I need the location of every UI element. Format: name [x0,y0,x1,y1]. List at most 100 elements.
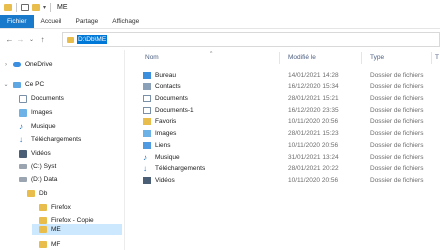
folder-icon [39,241,47,248]
links-folder-icon [143,141,151,149]
chevron-down-icon[interactable]: ⌄ [3,81,9,88]
file-type: Dossier de fichiers [370,141,424,149]
file-type: Dossier de fichiers [370,117,424,125]
new-folder-icon[interactable] [32,4,40,11]
file-type: Dossier de fichiers [370,153,424,161]
window-title: ME [57,4,68,11]
desktop-folder-icon [143,71,151,79]
column-divider[interactable] [361,52,362,64]
nav-item-me[interactable]: ME [32,224,122,235]
address-path[interactable]: D:\Db\ME [77,35,108,44]
download-icon: ↓ [19,135,23,144]
properties-icon[interactable] [21,4,29,11]
nav-item-label: Firefox [51,204,71,211]
file-modified: 10/11/2020 20:56 [288,141,339,149]
file-row[interactable]: Vidéos 10/11/2020 20:56 Dossier de fichi… [139,175,440,185]
chevron-right-icon[interactable]: › [3,62,9,68]
nav-item-label: ME [51,226,61,233]
file-list: Nom ^ Modifié le Type T Bureau 14/01/202… [125,50,440,250]
nav-item-label: OneDrive [25,61,53,68]
nav-item-label: Musique [31,123,56,130]
file-modified: 14/01/2021 14:28 [288,71,339,79]
file-row[interactable]: Favoris 10/11/2020 20:56 Dossier de fich… [139,116,440,126]
nav-item-label: (D:) Data [31,176,58,183]
nav-item-mf[interactable]: MF [39,239,60,250]
navigation-bar: ← → ⌄ ↑ D:\Db\ME [0,29,440,50]
documents-icon [19,94,27,103]
computer-icon [13,81,21,88]
file-name: Vidéos [155,176,175,184]
nav-item-onedrive[interactable]: › OneDrive [3,59,52,70]
file-modified: 16/12/2020 23:35 [288,106,339,114]
file-name: Images [155,129,177,137]
drive-icon [19,164,27,169]
nav-item-db[interactable]: Db [27,188,47,199]
toolbar-separator [16,3,17,12]
nav-item-videos[interactable]: Vidéos [19,148,51,159]
favorites-folder-icon [143,117,151,125]
file-type: Dossier de fichiers [370,106,424,114]
column-divider[interactable] [279,52,280,64]
file-row[interactable]: Contacts 16/12/2020 15:34 Dossier de fic… [139,81,440,91]
column-header-size[interactable]: T [435,54,439,61]
column-header-name[interactable]: Nom [145,54,159,61]
nav-item-d-drive[interactable]: (D:) Data [19,174,57,185]
nav-item-documents[interactable]: Documents [19,93,64,104]
file-name: Documents [155,94,188,102]
file-name: Bureau [155,71,176,79]
contacts-folder-icon [143,82,151,90]
cloud-icon [13,62,21,67]
nav-item-label: Téléchargements [31,136,82,143]
address-bar[interactable]: D:\Db\ME [62,32,440,47]
nav-item-label: Documents [31,95,64,102]
tab-partage[interactable]: Partage [68,15,105,28]
pictures-icon [19,108,27,117]
back-button[interactable]: ← [4,33,15,47]
qat-dropdown-icon[interactable]: ▾ [43,4,46,11]
file-row[interactable]: Documents 28/01/2021 15:21 Dossier de fi… [139,93,440,103]
sort-arrow-icon: ^ [210,51,213,57]
nav-item-musique[interactable]: ♪ Musique [19,121,56,132]
title-bar: ▾ ME [0,0,440,15]
navigation-pane: › OneDrive ⌄ Ce PC Documents Images ♪ Mu… [0,50,125,250]
up-button[interactable]: ↑ [37,33,48,47]
file-type: Dossier de fichiers [370,94,424,102]
file-row[interactable]: Documents-1 16/12/2020 23:35 Dossier de … [139,105,440,115]
file-name: Favoris [155,117,177,125]
documents-folder-icon [143,94,151,102]
file-row[interactable]: ↓ Téléchargements 28/01/2021 20:22 Dossi… [139,163,440,173]
nav-item-telechargements[interactable]: ↓ Téléchargements [19,134,81,145]
file-name: Contacts [155,82,181,90]
file-name: Liens [155,141,171,149]
file-row[interactable]: Bureau 14/01/2021 14:28 Dossier de fichi… [139,70,440,80]
file-row[interactable]: Images 28/01/2021 15:23 Dossier de fichi… [139,128,440,138]
tab-fichier[interactable]: Fichier [0,15,34,28]
column-header-type[interactable]: Type [370,54,384,61]
ribbon-tabs: Fichier Accueil Partage Affichage [0,15,440,29]
nav-item-label: Ce PC [25,81,45,88]
forward-button[interactable]: → [15,33,26,47]
file-modified: 28/01/2021 15:21 [288,94,339,102]
nav-item-firefox[interactable]: Firefox [39,202,71,213]
file-row[interactable]: ♪ Musique 31/01/2021 13:24 Dossier de fi… [139,152,440,162]
column-header-modified[interactable]: Modifié le [288,54,316,61]
folder-icon [39,204,47,211]
file-type: Dossier de fichiers [370,129,424,137]
nav-item-label: MF [51,241,61,248]
nav-item-c-drive[interactable]: (C:) Syst [19,161,56,172]
file-row[interactable]: Liens 10/11/2020 20:56 Dossier de fichie… [139,140,440,150]
recent-locations-button[interactable]: ⌄ [26,33,37,47]
file-name: Téléchargements [155,164,206,172]
tab-affichage[interactable]: Affichage [105,15,146,28]
nav-item-ce-pc[interactable]: ⌄ Ce PC [3,79,44,90]
downloads-folder-icon: ↓ [143,163,147,173]
folder-icon [4,4,12,11]
music-folder-icon: ♪ [143,152,147,162]
nav-item-images[interactable]: Images [19,107,52,118]
file-name: Documents-1 [155,106,194,114]
tab-accueil[interactable]: Accueil [34,15,69,28]
folder-icon [67,36,74,43]
column-divider[interactable] [431,52,432,64]
videos-icon [19,149,27,158]
file-modified: 31/01/2021 13:24 [288,153,339,161]
